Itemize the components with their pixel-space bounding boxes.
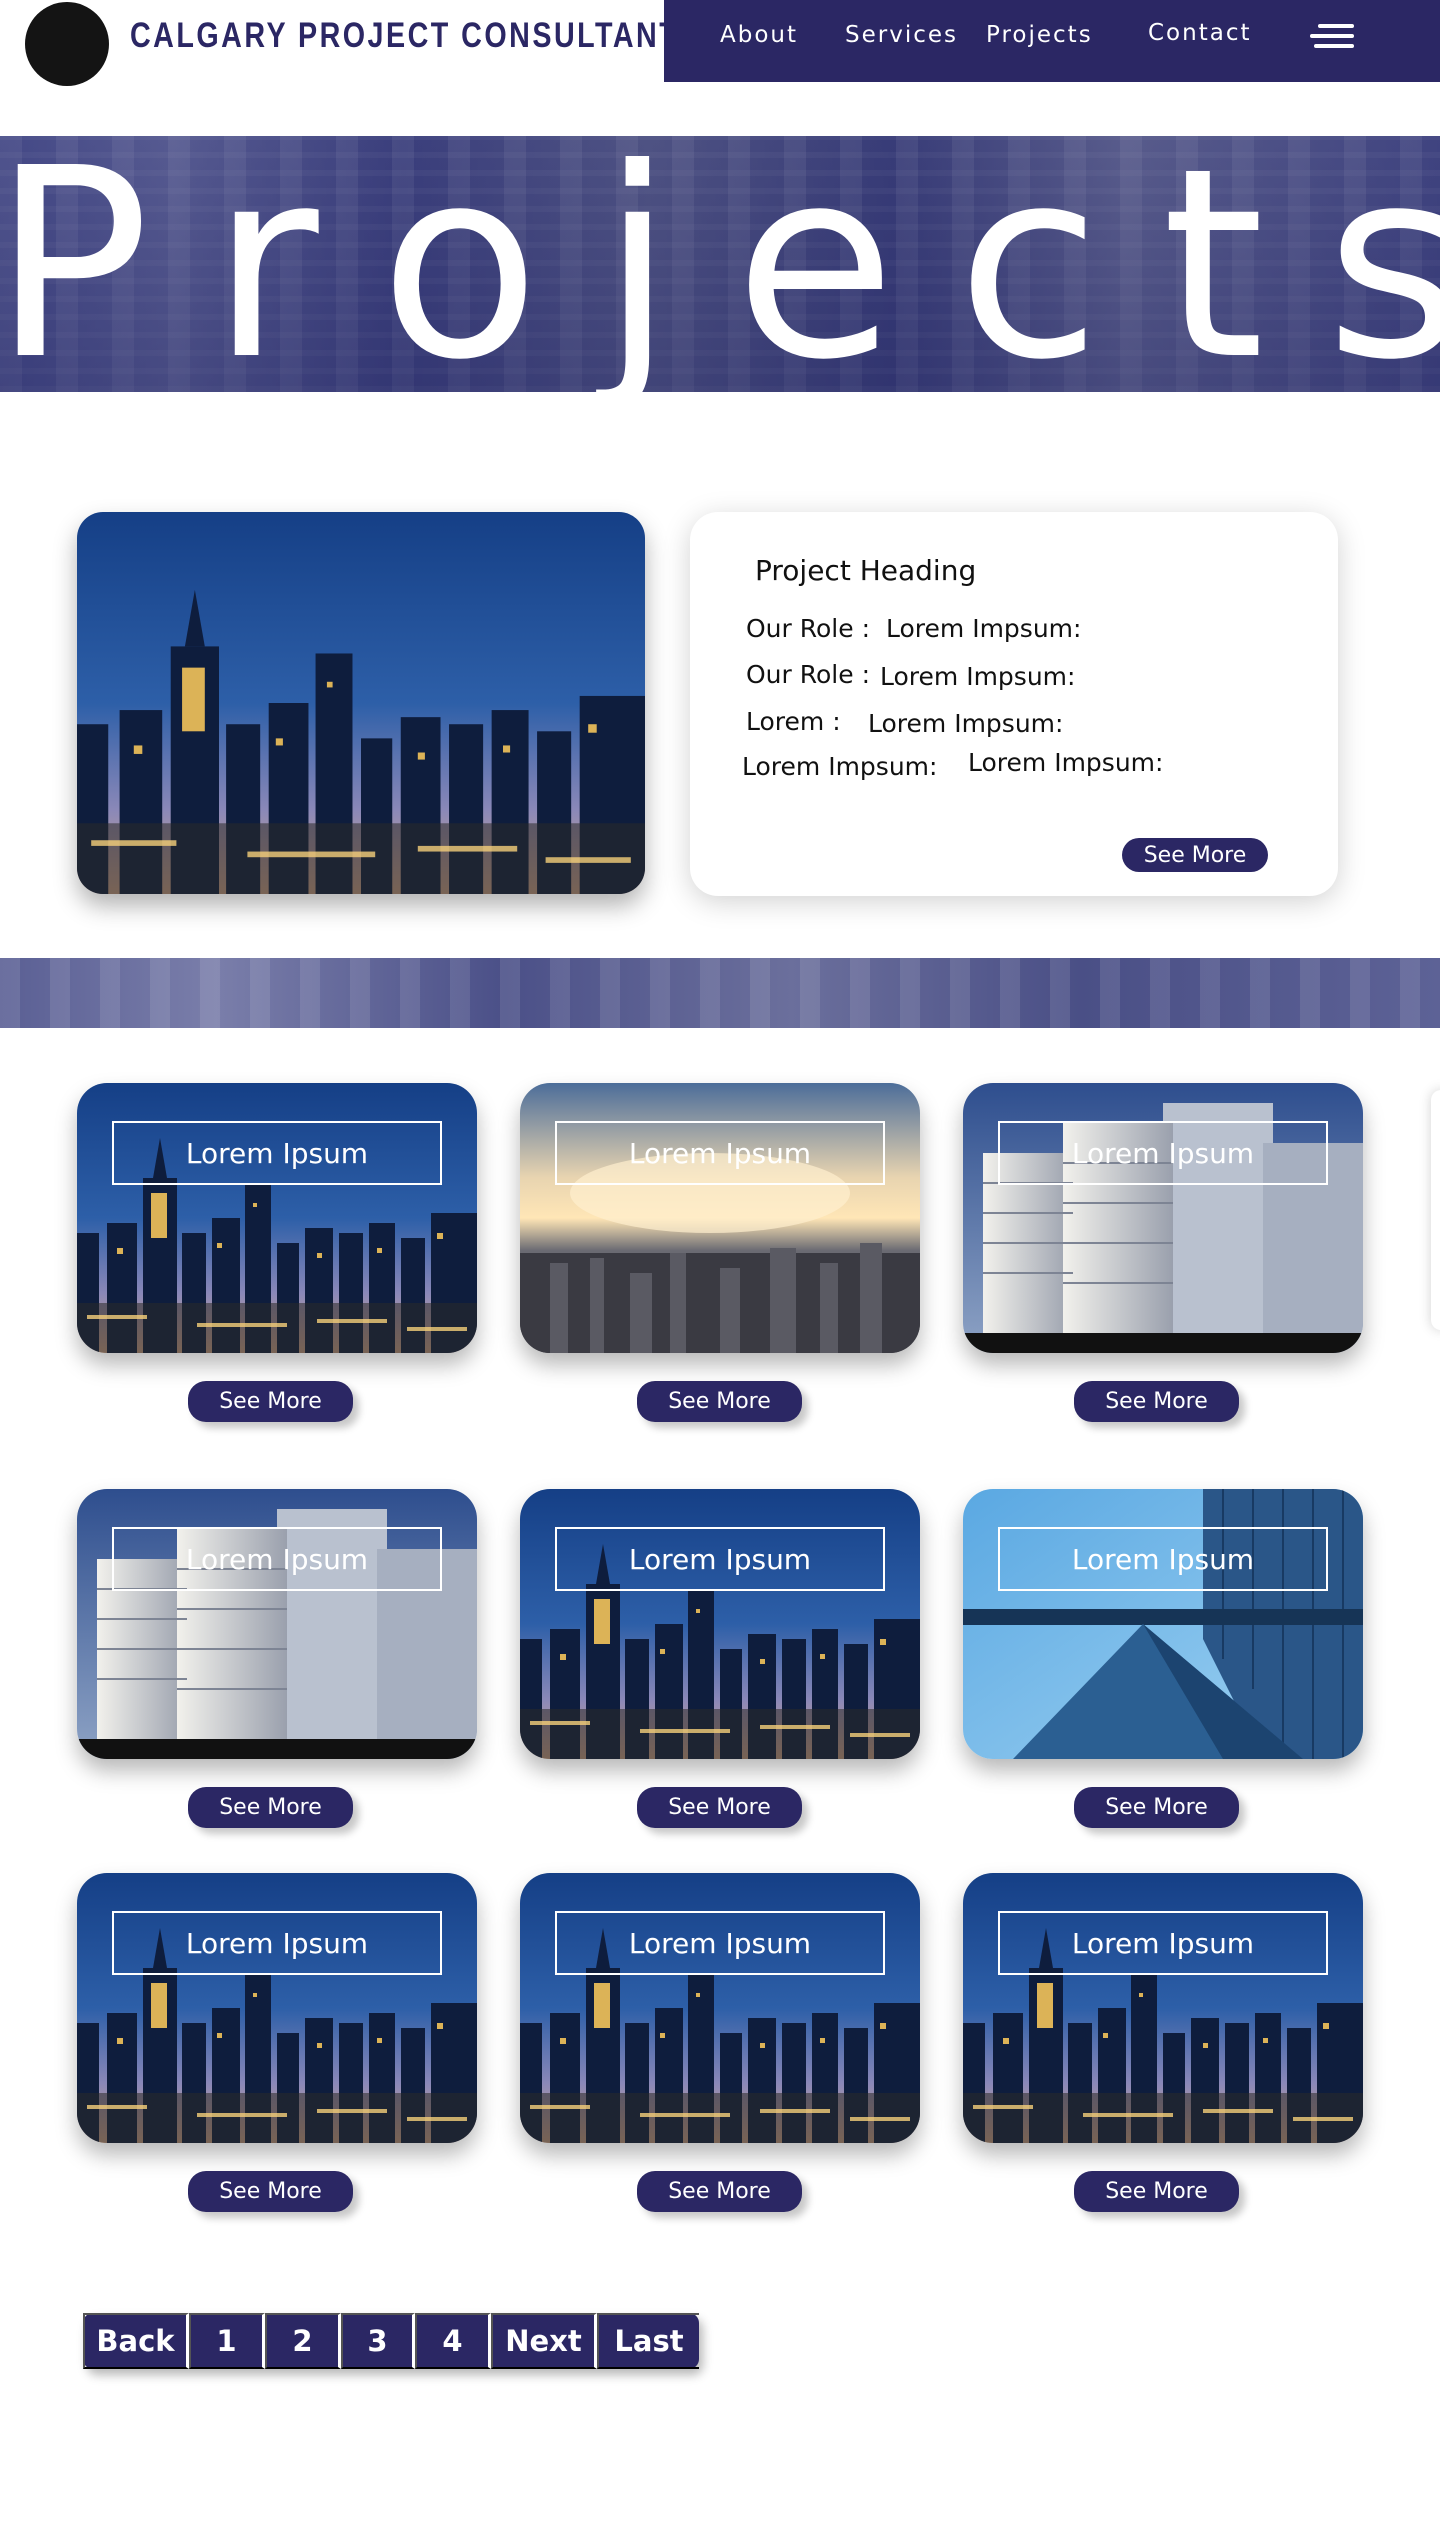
project-tile[interactable]: Lorem Ipsum: [963, 1489, 1363, 1759]
project-tile[interactable]: Lorem Ipsum: [963, 1083, 1363, 1353]
title-letter: e: [734, 136, 896, 392]
project-tile[interactable]: Lorem Ipsum: [963, 1873, 1363, 2143]
project-tile[interactable]: Lorem Ipsum: [520, 1083, 920, 1353]
title-letter: P: [0, 136, 150, 392]
tile-label: Lorem Ipsum: [112, 1121, 442, 1185]
nav-about[interactable]: About: [720, 22, 798, 48]
tile-label: Lorem Ipsum: [998, 1121, 1328, 1185]
see-more-button[interactable]: See More: [188, 1381, 353, 1422]
detail-value: Lorem Impsum:: [886, 614, 1082, 643]
see-more-button[interactable]: See More: [1074, 1381, 1239, 1422]
see-more-button[interactable]: See More: [637, 2171, 802, 2212]
page-4-button[interactable]: 4: [415, 2313, 491, 2369]
tile-label: Lorem Ipsum: [998, 1527, 1328, 1591]
page-2-button[interactable]: 2: [265, 2313, 341, 2369]
see-more-button[interactable]: See More: [1074, 2171, 1239, 2212]
project-tile[interactable]: Lorem Ipsum: [77, 1083, 477, 1353]
detail-label: Our Role :: [746, 660, 870, 689]
hamburger-icon[interactable]: [1310, 24, 1354, 48]
featured-see-more-button[interactable]: See More: [1122, 838, 1268, 872]
page-back-button[interactable]: Back: [83, 2313, 189, 2369]
title-letter: r: [210, 136, 319, 392]
detail-value: Lorem Impsum:: [868, 709, 1064, 738]
project-tile[interactable]: Lorem Ipsum: [77, 1489, 477, 1759]
hero-banner: P r o j e c t s: [0, 136, 1440, 392]
project-tile[interactable]: Lorem Ipsum: [520, 1489, 920, 1759]
section-divider-band: [0, 958, 1440, 1028]
see-more-button[interactable]: See More: [188, 2171, 353, 2212]
featured-project-card: Project Heading Our Role : Lorem Impsum:…: [690, 512, 1338, 896]
page-3-button[interactable]: 3: [341, 2313, 415, 2369]
logo[interactable]: [25, 2, 109, 86]
see-more-button[interactable]: See More: [637, 1787, 802, 1828]
tile-label: Lorem Ipsum: [555, 1911, 885, 1975]
project-tile[interactable]: Lorem Ipsum: [77, 1873, 477, 2143]
see-more-button[interactable]: See More: [637, 1381, 802, 1422]
nav-contact[interactable]: Contact: [1148, 20, 1251, 46]
project-tile[interactable]: Lorem Ipsum: [520, 1873, 920, 2143]
pagination: Back 1 2 3 4 Next Last: [83, 2313, 699, 2369]
tile-label: Lorem Ipsum: [555, 1527, 885, 1591]
tile-label: Lorem Ipsum: [998, 1911, 1328, 1975]
page-1-button[interactable]: 1: [189, 2313, 265, 2369]
detail-value: Lorem Impsum:: [968, 748, 1164, 777]
detail-label: Lorem Impsum:: [742, 752, 938, 781]
tile-label: Lorem Ipsum: [112, 1911, 442, 1975]
title-letter: c: [956, 136, 1101, 392]
tile-label: Lorem Ipsum: [112, 1527, 442, 1591]
see-more-button[interactable]: See More: [188, 1787, 353, 1828]
page-next-button[interactable]: Next: [491, 2313, 597, 2369]
next-slide-edge[interactable]: [1431, 1090, 1440, 1330]
tile-label: Lorem Ipsum: [555, 1121, 885, 1185]
brand-name[interactable]: CALGARY PROJECT CONSULTANTS: [130, 16, 701, 56]
title-letter: o: [379, 136, 540, 392]
detail-value: Lorem Impsum:: [880, 662, 1076, 691]
see-more-button[interactable]: See More: [1074, 1787, 1239, 1828]
detail-label: Lorem :: [746, 707, 841, 736]
title-letter: s: [1325, 136, 1440, 392]
nav-services[interactable]: Services: [845, 22, 958, 48]
detail-label: Our Role :: [746, 614, 870, 643]
featured-project-image[interactable]: [77, 512, 645, 894]
project-heading: Project Heading: [755, 554, 977, 587]
page-title: P r o j e c t s: [0, 136, 1440, 392]
title-letter: t: [1161, 136, 1265, 392]
title-letter: j: [600, 136, 674, 392]
page-last-button[interactable]: Last: [597, 2313, 699, 2369]
nav-projects[interactable]: Projects: [986, 22, 1093, 48]
